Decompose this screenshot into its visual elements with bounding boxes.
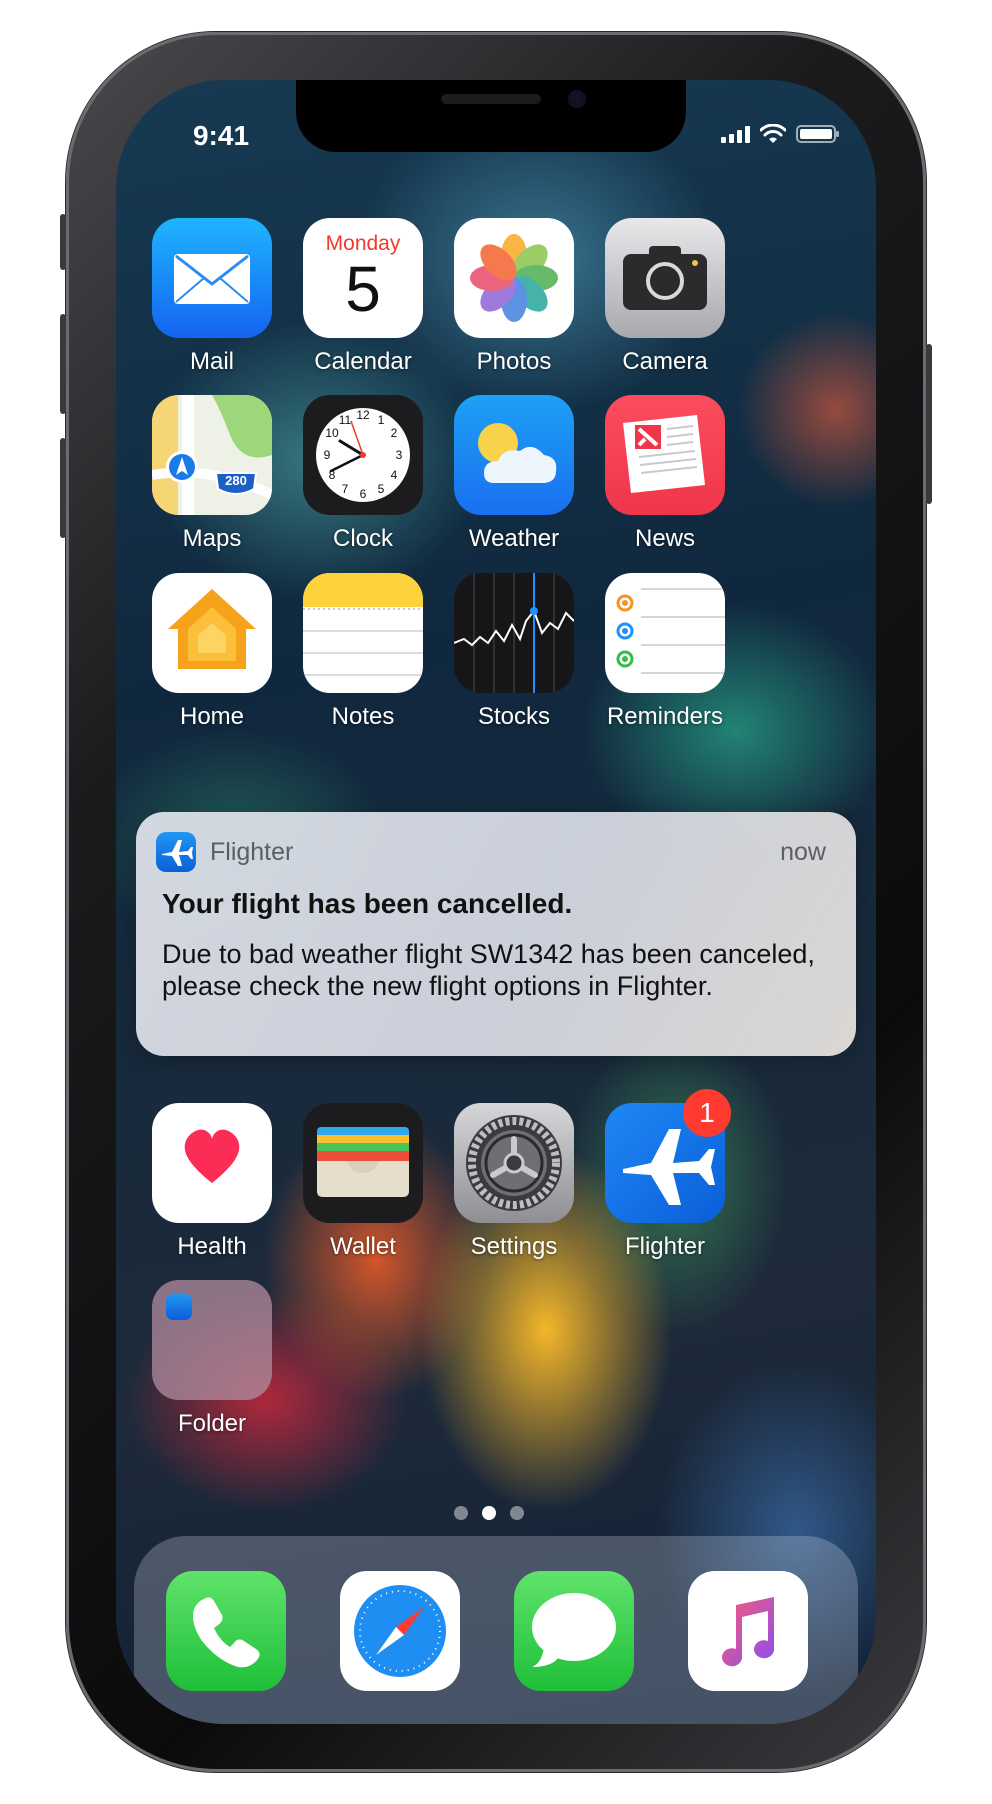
messages-icon[interactable] bbox=[514, 1571, 634, 1691]
app-label: Settings bbox=[470, 1233, 558, 1260]
app-photos[interactable]: Photos bbox=[439, 218, 589, 376]
app-label: Wallet bbox=[330, 1233, 396, 1260]
app-wallet[interactable]: Wallet bbox=[288, 1103, 438, 1261]
svg-text:2: 2 bbox=[391, 426, 398, 440]
app-label: Health bbox=[177, 1233, 247, 1260]
app-camera[interactable]: Camera bbox=[590, 218, 740, 376]
svg-text:6: 6 bbox=[360, 487, 367, 501]
weather-icon bbox=[454, 395, 574, 515]
wallet-icon bbox=[303, 1103, 423, 1223]
status-icons bbox=[721, 124, 839, 144]
notification-time: now bbox=[780, 838, 826, 866]
notes-icon bbox=[303, 573, 423, 693]
app-clock[interactable]: 12 1 2 345 678 9 10 11 Clock bbox=[288, 395, 438, 553]
app-label: Flighter bbox=[624, 1233, 706, 1260]
page-dot-current bbox=[482, 1506, 496, 1520]
svg-text:7: 7 bbox=[342, 482, 349, 496]
app-label: Camera bbox=[622, 348, 708, 375]
app-maps[interactable]: 280 Maps bbox=[137, 395, 287, 553]
app-label: Clock bbox=[332, 525, 393, 552]
app-label: Photos bbox=[476, 348, 552, 375]
news-icon bbox=[605, 395, 725, 515]
volume-down-button bbox=[60, 438, 66, 538]
svg-text:11: 11 bbox=[339, 413, 352, 427]
wifi-icon bbox=[760, 124, 786, 143]
health-icon bbox=[152, 1103, 272, 1223]
app-mail[interactable]: Mail bbox=[137, 218, 287, 376]
phone-frame: 9:41 Mail Monday 5 Calendar Photos Camer… bbox=[60, 32, 932, 1772]
folder-mini-app-icon bbox=[166, 1294, 192, 1320]
flighter-icon: 1 bbox=[605, 1089, 731, 1223]
app-home[interactable]: Home bbox=[137, 573, 287, 731]
battery-icon bbox=[796, 125, 839, 143]
app-label: Stocks bbox=[477, 703, 551, 730]
svg-text:3: 3 bbox=[396, 448, 403, 462]
app-stocks[interactable]: Stocks bbox=[439, 573, 589, 731]
clock-icon: 12 1 2 345 678 9 10 11 bbox=[303, 395, 423, 515]
app-label: Calendar bbox=[314, 348, 412, 375]
phone-icon[interactable] bbox=[166, 1571, 286, 1691]
flighter-app-icon bbox=[156, 832, 196, 872]
app-label: Home bbox=[179, 703, 245, 730]
app-label: Weather bbox=[468, 525, 560, 552]
svg-text:5: 5 bbox=[378, 482, 385, 496]
notch bbox=[296, 80, 686, 152]
app-news[interactable]: News bbox=[590, 395, 740, 553]
maps-icon: 280 bbox=[152, 395, 272, 515]
music-icon[interactable] bbox=[688, 1571, 808, 1691]
notification-body: Due to bad weather flight SW1342 has bee… bbox=[162, 939, 815, 1001]
svg-text:1: 1 bbox=[378, 413, 385, 427]
notification-badge: 1 bbox=[683, 1089, 731, 1137]
power-button bbox=[926, 344, 932, 504]
home-screen: 9:41 Mail Monday 5 Calendar Photos Camer… bbox=[116, 80, 876, 1724]
app-label: Mail bbox=[189, 348, 234, 375]
app-reminders[interactable]: Reminders bbox=[590, 573, 740, 731]
status-time: 9:41 bbox=[192, 120, 250, 151]
cellular-signal-icon bbox=[721, 125, 750, 143]
app-label: Maps bbox=[182, 525, 242, 552]
svg-text:10: 10 bbox=[325, 426, 339, 440]
notification-banner[interactable]: Flighter now Your flight has been cancel… bbox=[136, 812, 856, 1056]
page-indicator[interactable] bbox=[454, 1506, 524, 1520]
app-weather[interactable]: Weather bbox=[439, 395, 589, 553]
folder-icon bbox=[152, 1280, 272, 1400]
calendar-icon: Monday 5 bbox=[303, 218, 423, 338]
mute-switch bbox=[60, 214, 66, 270]
svg-text:12: 12 bbox=[356, 408, 370, 422]
page-dot bbox=[510, 1506, 524, 1520]
reminders-icon bbox=[605, 573, 725, 693]
app-label: Folder bbox=[177, 1410, 247, 1437]
dock bbox=[134, 1536, 858, 1724]
app-folder[interactable]: Folder bbox=[137, 1280, 287, 1438]
camera-icon bbox=[605, 218, 725, 338]
calendar-day-number: 5 bbox=[345, 253, 381, 325]
settings-icon bbox=[454, 1103, 574, 1223]
app-notes[interactable]: Notes bbox=[288, 573, 438, 731]
safari-icon[interactable] bbox=[340, 1571, 460, 1691]
app-health[interactable]: Health bbox=[137, 1103, 287, 1261]
volume-up-button bbox=[60, 314, 66, 414]
front-camera bbox=[568, 90, 586, 108]
app-label: Reminders bbox=[606, 703, 724, 730]
highway-shield-label: 280 bbox=[225, 473, 247, 488]
app-calendar[interactable]: Monday 5 Calendar bbox=[288, 218, 438, 376]
page-dot bbox=[454, 1506, 468, 1520]
mail-icon bbox=[152, 218, 272, 338]
notification-title: Your flight has been cancelled. bbox=[162, 888, 573, 919]
svg-text:4: 4 bbox=[391, 468, 398, 482]
notification-app-name: Flighter bbox=[210, 838, 294, 866]
app-settings[interactable]: Settings bbox=[439, 1103, 589, 1261]
stocks-icon bbox=[454, 573, 574, 693]
photos-icon bbox=[454, 218, 574, 338]
svg-text:9: 9 bbox=[324, 448, 331, 462]
app-flighter[interactable]: 1 Flighter bbox=[590, 1089, 740, 1261]
app-label: News bbox=[634, 525, 695, 552]
app-label: Notes bbox=[331, 703, 395, 730]
home-icon bbox=[152, 573, 272, 693]
speaker-grille bbox=[441, 94, 541, 104]
